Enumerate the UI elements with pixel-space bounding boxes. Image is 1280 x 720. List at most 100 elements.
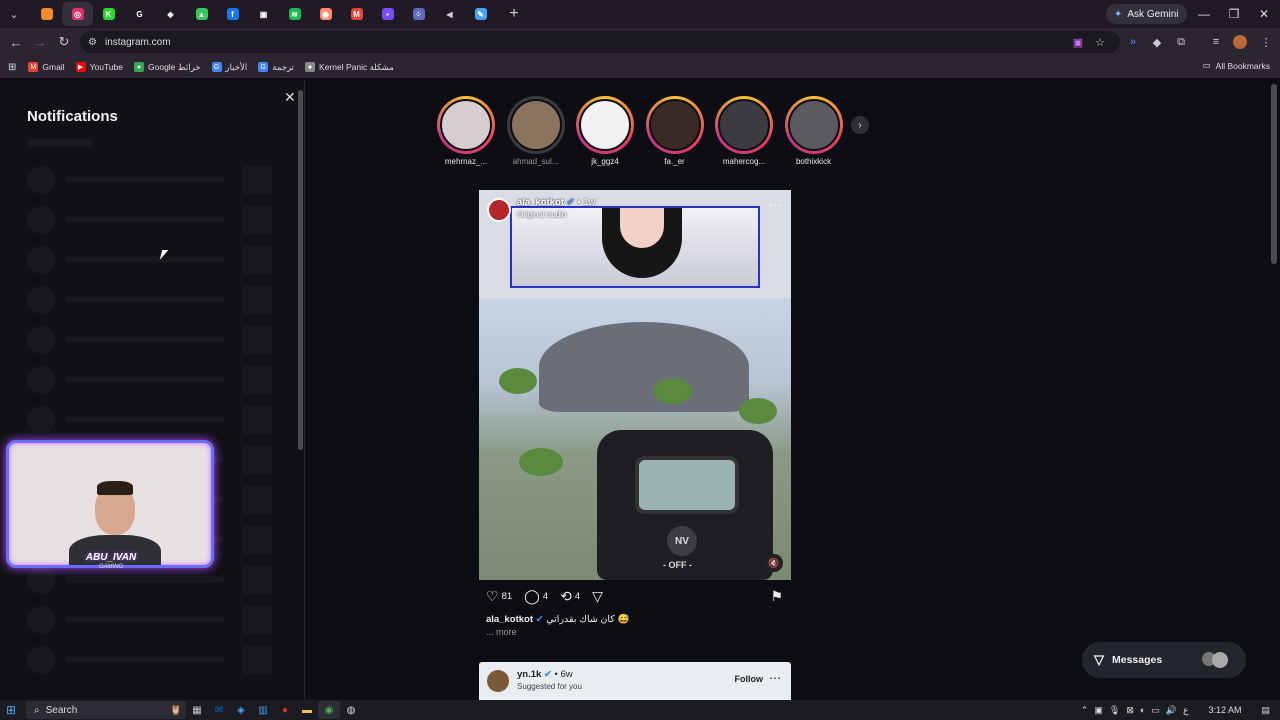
tray-app-icon[interactable]: ▣ xyxy=(1094,705,1103,716)
volume-icon[interactable]: 🔊 xyxy=(1166,705,1177,716)
story-item[interactable]: mehrnaz_... xyxy=(434,96,498,166)
browser-tab[interactable]: f xyxy=(217,2,248,26)
caption-more-link[interactable]: ... more xyxy=(486,627,517,637)
post2-author-avatar[interactable] xyxy=(487,670,509,692)
all-bookmarks-button[interactable]: ▭ All Bookmarks xyxy=(1203,60,1270,71)
bookmark-star-icon[interactable]: ☆ xyxy=(1090,32,1110,52)
story-item[interactable]: bothixkick xyxy=(782,96,846,166)
repost-action[interactable]: ⟲ 4 xyxy=(560,588,580,605)
share-action[interactable]: ▽ xyxy=(592,588,603,605)
microphone-icon[interactable]: 🎙 xyxy=(1109,705,1120,716)
bookmark-item[interactable]: ● Kernel Panic مشكلة xyxy=(305,62,394,73)
browser-menu-icon[interactable]: ⋮ xyxy=(1256,32,1276,52)
page-scrollbar[interactable] xyxy=(1271,84,1277,264)
store-icon[interactable]: ▥ xyxy=(252,701,274,719)
tab-search-menu-icon[interactable]: ⌄ xyxy=(3,3,25,25)
browser-tab[interactable]: ▣ xyxy=(248,2,279,26)
network-icon[interactable]: ▭ xyxy=(1151,705,1160,716)
back-button[interactable]: ← xyxy=(4,30,28,54)
taskbar-search[interactable]: ⌕ Search 🦉 xyxy=(26,701,186,719)
heart-icon[interactable]: ♡ xyxy=(486,588,499,605)
caption-author[interactable]: ala_kotkot xyxy=(486,614,533,625)
extension-a-icon[interactable]: » xyxy=(1123,32,1143,52)
post-author-name[interactable]: ala_kotkot xyxy=(517,197,564,208)
browser-tab[interactable] xyxy=(31,2,62,26)
story-item[interactable]: jk_ggz4 xyxy=(573,96,637,166)
tray-app-icon[interactable]: ◐ xyxy=(1140,705,1145,715)
browser-tab[interactable]: K xyxy=(93,2,124,26)
explorer-icon[interactable]: ▬ xyxy=(296,701,318,719)
new-tab-button[interactable]: + xyxy=(502,2,526,26)
address-bar[interactable]: ⚙ instagram.com xyxy=(80,31,1120,53)
share-icon[interactable]: ▽ xyxy=(592,588,603,605)
tray-chevron-icon[interactable]: ⌃ xyxy=(1081,705,1089,716)
comment-icon[interactable]: ◯ xyxy=(524,588,540,605)
post2-author-name[interactable]: yn.1k xyxy=(517,669,541,680)
media-controls-icon[interactable]: ≡ xyxy=(1206,32,1226,52)
like-count: 81 xyxy=(501,591,513,602)
task-view-icon[interactable]: ▦ xyxy=(186,701,208,719)
post2-options-icon[interactable]: ⋯ xyxy=(769,671,781,685)
notifications-icon[interactable]: ▤ xyxy=(1261,705,1270,716)
browser-tab[interactable]: ✎ xyxy=(465,2,496,26)
post-author-line[interactable]: ala_kotkot ✔ • 1w xyxy=(517,197,595,208)
comment-action[interactable]: ◯ 4 xyxy=(524,588,548,605)
restore-button[interactable]: ❐ xyxy=(1218,0,1250,28)
minimize-button[interactable]: — xyxy=(1188,0,1220,28)
profile-avatar[interactable] xyxy=(1230,32,1250,52)
browser-tab[interactable]: ◆ xyxy=(155,2,186,26)
browser-tab[interactable]: G xyxy=(124,2,155,26)
cast-icon[interactable]: ▣ xyxy=(1068,32,1088,52)
repost-icon[interactable]: ⟲ xyxy=(560,588,572,605)
post2-time: • 6w xyxy=(554,669,573,680)
instagram-icon: ◎ xyxy=(71,8,84,20)
bookmark-item[interactable]: G ترجمة xyxy=(258,62,294,73)
post-options-icon[interactable]: ⋯ xyxy=(769,198,781,212)
bookmark-item[interactable]: ▶ YouTube xyxy=(75,62,123,72)
browser-tab[interactable]: ◉ xyxy=(310,2,341,26)
close-icon[interactable]: ✕ xyxy=(284,89,296,106)
browser-tab[interactable]: ▪ xyxy=(372,2,403,26)
story-item[interactable]: ahmad_sul... xyxy=(504,96,568,166)
like-action[interactable]: ♡ 81 xyxy=(486,588,512,605)
browser-tab[interactable]: ◀ xyxy=(434,2,465,26)
follow-button[interactable]: Follow xyxy=(735,674,764,684)
bookmark-item[interactable]: M Gmail xyxy=(28,62,65,72)
post-author-avatar[interactable] xyxy=(487,198,511,222)
save-post-icon[interactable]: ⚑ xyxy=(770,588,783,605)
outlook-icon[interactable]: ✉ xyxy=(208,701,230,719)
url-text[interactable]: instagram.com xyxy=(105,37,171,48)
extension-b-icon[interactable]: ◆ xyxy=(1147,32,1167,52)
browser-tab[interactable]: ⁘ xyxy=(403,2,434,26)
ask-gemini-button[interactable]: ✦ Ask Gemini xyxy=(1106,4,1187,24)
browser-tab[interactable]: ▲ xyxy=(186,2,217,26)
post2-author-line[interactable]: yn.1k ✔ • 6w xyxy=(517,669,573,680)
mute-icon[interactable]: 🔇 xyxy=(765,554,783,572)
story-item[interactable]: fa._er xyxy=(643,96,707,166)
forward-button[interactable]: → xyxy=(28,30,52,54)
site-info-icon[interactable]: ⚙ xyxy=(88,37,97,48)
windows-start-icon[interactable]: ⊞ xyxy=(0,703,22,717)
language-indicator[interactable]: ع xyxy=(1183,705,1188,716)
clock[interactable]: 3:12 AM xyxy=(1208,705,1241,715)
reload-button[interactable]: ↻ xyxy=(52,30,76,54)
story-item[interactable]: mahercog... xyxy=(712,96,776,166)
panel-scrollbar[interactable] xyxy=(298,90,303,450)
post-media[interactable]: NV - OFF - ala_kotkot ✔ • 1w Original au… xyxy=(479,190,791,580)
browser-tab[interactable]: ◎ xyxy=(62,2,93,26)
browser-tab[interactable]: ≋ xyxy=(279,2,310,26)
stories-next-button[interactable]: › xyxy=(851,116,869,134)
tray-app-icon[interactable]: ⊠ xyxy=(1126,705,1134,716)
record-icon[interactable]: ● xyxy=(274,701,296,719)
bookmark-item[interactable]: G الأخبار xyxy=(211,62,247,73)
browser-tab[interactable]: M xyxy=(341,2,372,26)
apps-grid-icon[interactable]: ⊞ xyxy=(8,62,16,73)
copilot-icon[interactable]: ◈ xyxy=(230,701,252,719)
messages-button[interactable]: ▽ Messages xyxy=(1082,642,1246,678)
extensions-icon[interactable]: ⧉ xyxy=(1171,32,1191,52)
bookmark-item[interactable]: ● Google خرائط xyxy=(134,62,201,73)
obs-icon[interactable]: ◍ xyxy=(340,701,362,719)
close-window-button[interactable]: ✕ xyxy=(1248,0,1280,28)
post-audio[interactable]: Original audio xyxy=(517,210,566,219)
chrome-icon[interactable]: ◉ xyxy=(318,701,340,719)
